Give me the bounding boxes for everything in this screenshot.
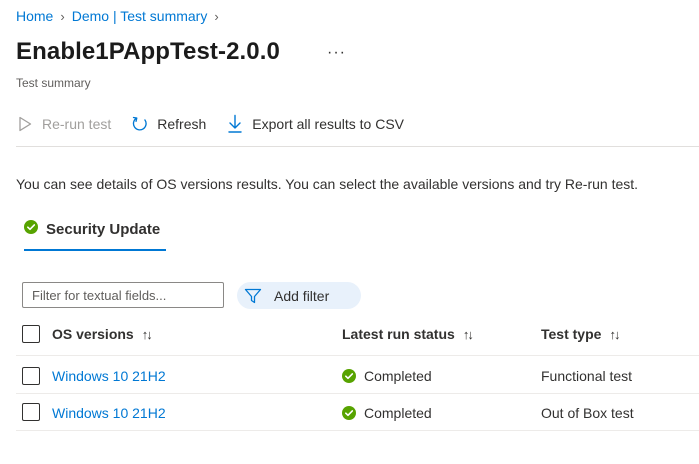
os-version-link[interactable]: Windows 10 21H2 (52, 368, 166, 384)
tab-security-update[interactable]: Security Update (24, 220, 160, 238)
row-checkbox[interactable] (22, 367, 40, 385)
export-csv-button[interactable]: Export all results to CSV (226, 112, 404, 136)
breadcrumb-demo-test-summary[interactable]: Demo | Test summary (72, 8, 208, 24)
column-header-os-versions[interactable]: OS versions ↑↓ (52, 326, 153, 342)
test-type-cell: Functional test (541, 368, 633, 384)
column-header-label: OS versions (52, 326, 134, 342)
row-divider (16, 430, 699, 431)
add-filter-button[interactable]: Add filter (237, 282, 361, 309)
chevron-right-icon: › (214, 8, 219, 24)
sort-icon: ↑↓ (141, 326, 153, 342)
test-type-cell: Out of Box test (541, 405, 634, 421)
more-options-button[interactable]: ··· (327, 44, 346, 62)
export-csv-label: Export all results to CSV (252, 116, 405, 132)
success-check-icon (342, 406, 356, 420)
rerun-test-button[interactable]: Re-run test (16, 112, 111, 136)
download-icon (226, 114, 244, 133)
breadcrumb: Home › Demo | Test summary › (16, 8, 219, 24)
status-text: Completed (364, 405, 432, 421)
breadcrumb-home[interactable]: Home (16, 8, 53, 24)
play-icon (16, 115, 34, 133)
success-check-icon (342, 369, 356, 383)
rerun-test-label: Re-run test (42, 116, 112, 132)
chevron-right-icon: › (60, 8, 65, 24)
row-checkbox[interactable] (22, 403, 40, 421)
sort-icon: ↑↓ (462, 326, 474, 342)
filter-input[interactable] (22, 282, 224, 308)
row-divider (16, 393, 699, 394)
select-all-checkbox[interactable] (22, 325, 40, 343)
page-subtitle: Test summary (16, 76, 91, 90)
column-header-test-type[interactable]: Test type ↑↓ (541, 326, 620, 342)
column-header-latest-run-status[interactable]: Latest run status ↑↓ (342, 326, 474, 342)
status-cell: Completed (342, 368, 432, 384)
header-divider (16, 355, 699, 356)
status-text: Completed (364, 368, 432, 384)
refresh-button[interactable]: Refresh (131, 112, 206, 136)
success-check-icon (24, 220, 38, 238)
status-cell: Completed (342, 405, 432, 421)
add-filter-label: Add filter (274, 287, 330, 304)
refresh-label: Refresh (157, 116, 207, 132)
toolbar: Re-run test Refresh Export all results t… (16, 112, 424, 136)
os-version-link[interactable]: Windows 10 21H2 (52, 405, 166, 421)
column-header-label: Test type (541, 326, 602, 342)
sort-icon: ↑↓ (609, 326, 620, 342)
refresh-icon (131, 115, 149, 133)
tab-active-indicator (24, 249, 166, 251)
tab-label: Security Update (46, 220, 161, 238)
page-title: Enable1PAppTest-2.0.0 (16, 38, 280, 65)
filter-funnel-icon (244, 288, 262, 304)
column-header-label: Latest run status (342, 326, 455, 342)
toolbar-divider (16, 146, 699, 147)
info-text: You can see details of OS versions resul… (16, 176, 639, 192)
